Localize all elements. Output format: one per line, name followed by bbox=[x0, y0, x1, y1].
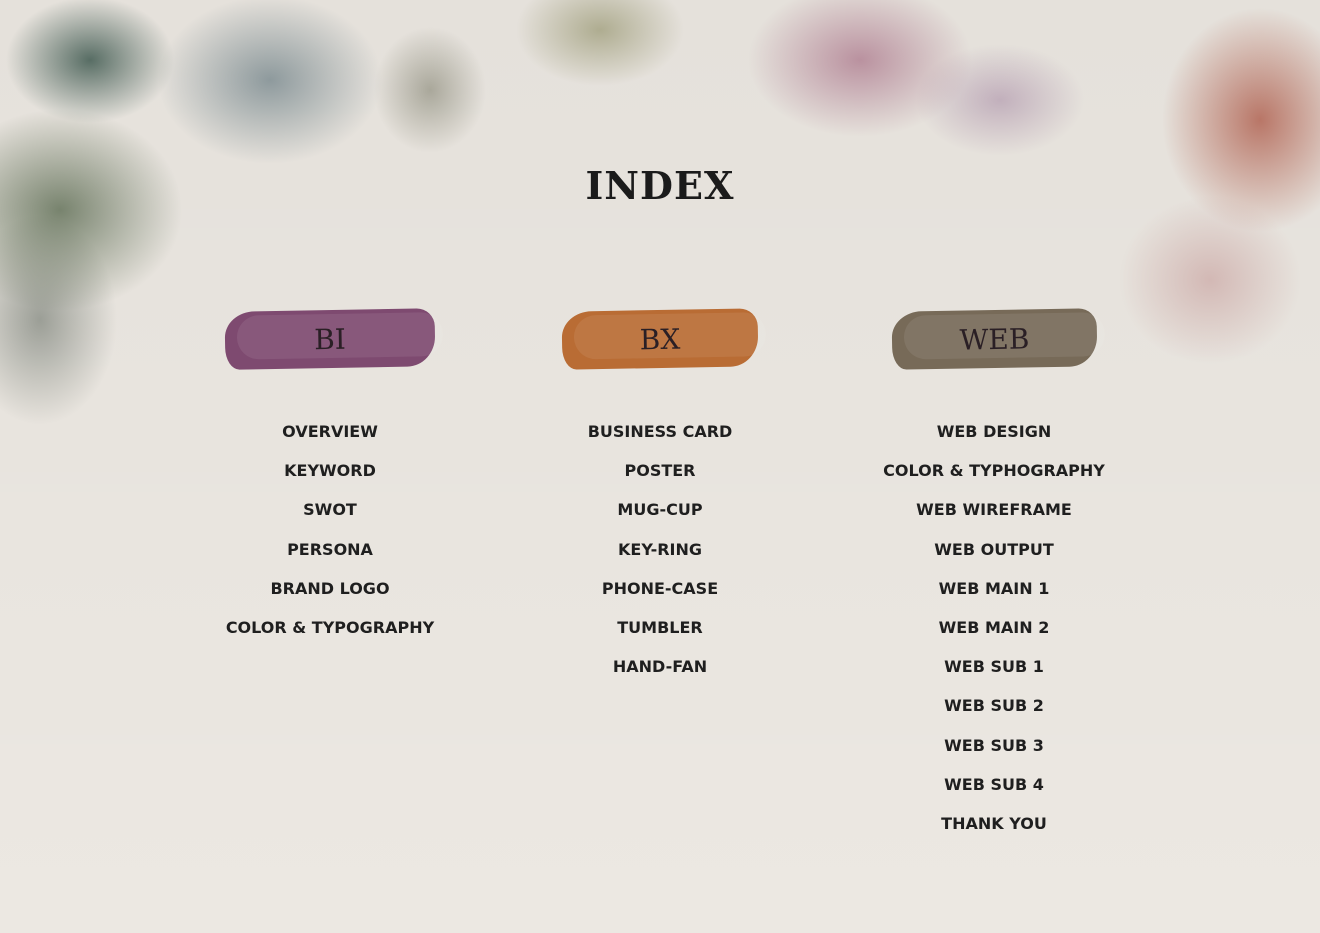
brush-heading-web: WEB bbox=[891, 308, 1097, 370]
list-item: WEB MAIN 2 bbox=[938, 617, 1050, 637]
list-item: WEB SUB 3 bbox=[944, 735, 1044, 755]
list-item: WEB SUB 2 bbox=[944, 696, 1044, 716]
list-item: WEB WIREFRAME bbox=[916, 500, 1072, 520]
section-heading: WEB bbox=[958, 321, 1030, 357]
list-item: HAND-FAN bbox=[612, 657, 708, 677]
section-items-web: WEB DESIGN COLOR & TYPHOGRAPHY WEB WIREF… bbox=[864, 412, 1124, 843]
list-item: WEB SUB 1 bbox=[944, 657, 1044, 677]
list-item: SWOT bbox=[303, 500, 357, 520]
list-item: BRAND LOGO bbox=[270, 578, 390, 598]
list-item: OVERVIEW bbox=[282, 422, 378, 441]
list-item: KEYWORD bbox=[284, 461, 376, 481]
section-bx: BX BUSINESS CARD POSTER MUG-CUP KEY-RING… bbox=[530, 308, 790, 686]
list-item: BUSINESS CARD bbox=[587, 422, 733, 441]
list-item: PERSONA bbox=[287, 539, 373, 559]
section-web: WEB WEB DESIGN COLOR & TYPHOGRAPHY WEB W… bbox=[864, 308, 1124, 843]
list-item: THANK YOU bbox=[941, 813, 1047, 833]
brush-heading-bi: BI bbox=[224, 308, 436, 370]
list-item: COLOR & TYPOGRAPHY bbox=[225, 617, 435, 637]
section-items-bi: OVERVIEW KEYWORD SWOT PERSONA BRAND LOGO… bbox=[200, 412, 460, 647]
list-item: WEB OUTPUT bbox=[934, 539, 1054, 559]
list-item: MUG-CUP bbox=[617, 500, 703, 520]
list-item: COLOR & TYPHOGRAPHY bbox=[883, 461, 1105, 481]
section-heading: BI bbox=[313, 322, 347, 356]
list-item: WEB DESIGN bbox=[936, 422, 1052, 441]
brush-heading-bx: BX bbox=[561, 308, 759, 370]
section-items-bx: BUSINESS CARD POSTER MUG-CUP KEY-RING PH… bbox=[530, 412, 790, 686]
page-title: INDEX bbox=[585, 163, 735, 208]
section-heading: BX bbox=[639, 322, 681, 356]
list-item: POSTER bbox=[624, 461, 696, 481]
section-bi: BI OVERVIEW KEYWORD SWOT PERSONA BRAND L… bbox=[200, 308, 460, 647]
list-item: TUMBLER bbox=[617, 617, 703, 637]
list-item: KEY-RING bbox=[618, 539, 702, 559]
list-item: PHONE-CASE bbox=[601, 578, 719, 598]
list-item: WEB MAIN 1 bbox=[938, 578, 1050, 598]
list-item: WEB SUB 4 bbox=[944, 774, 1044, 794]
